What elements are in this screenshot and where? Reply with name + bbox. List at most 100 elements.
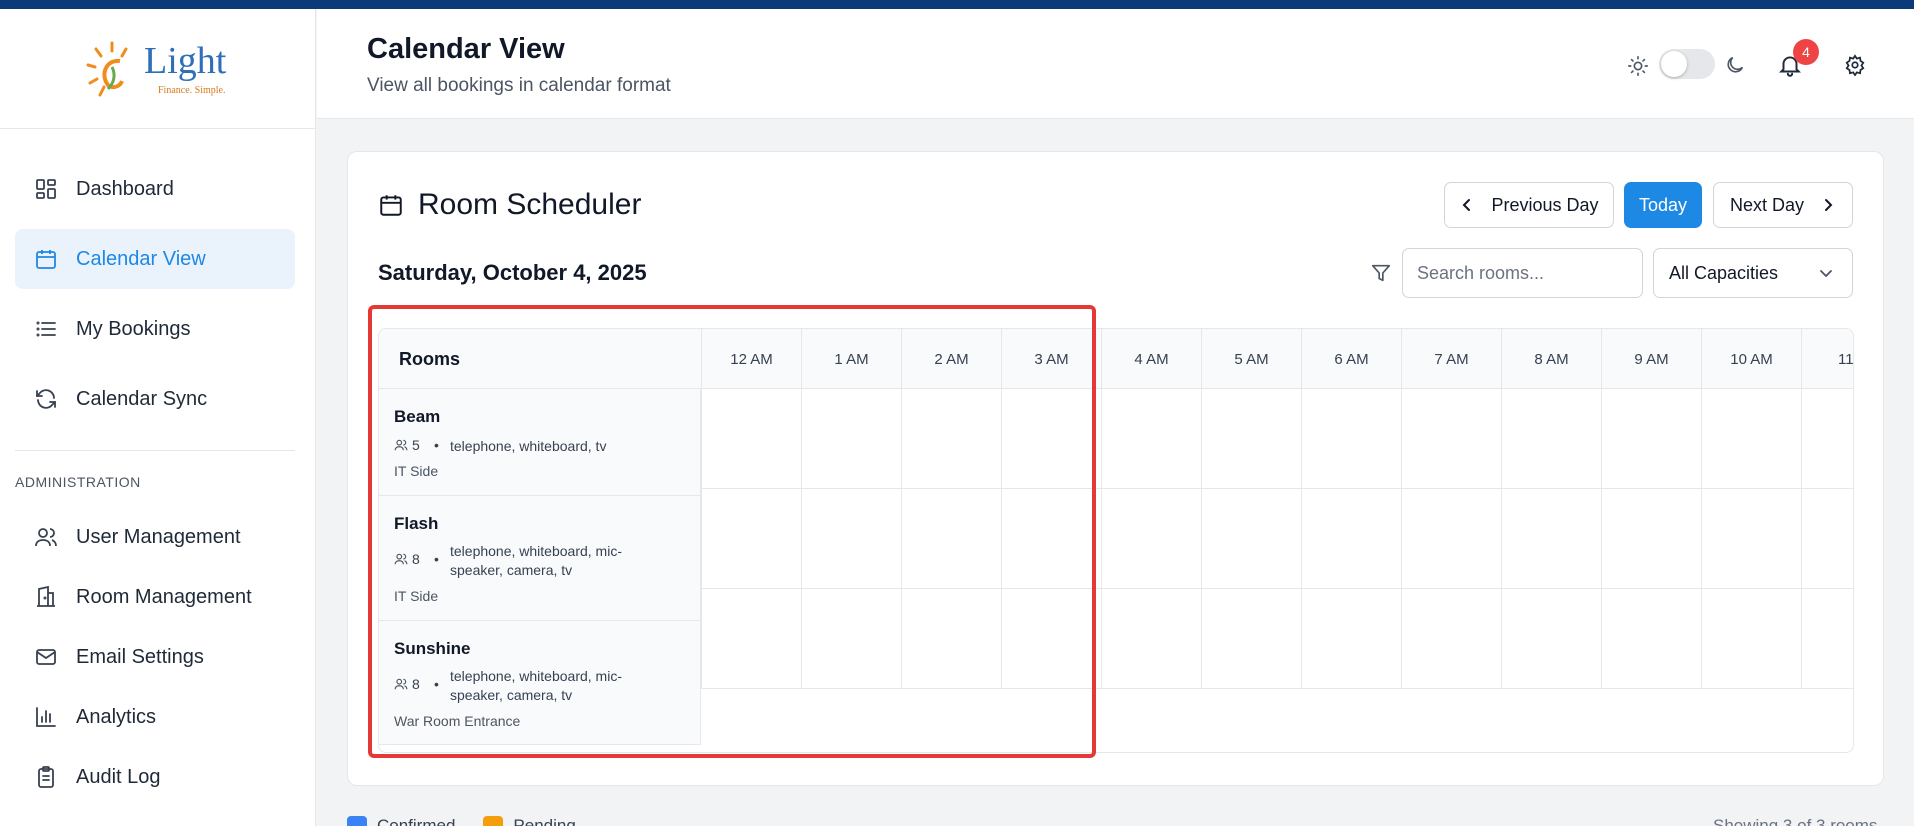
meta-separator: • — [434, 676, 439, 692]
settings-gear-icon[interactable] — [1844, 54, 1866, 77]
sidebar-item-room-management[interactable]: Room Management — [15, 567, 295, 627]
legend: Confirmed Pending — [347, 816, 604, 826]
sidebar-item-label: Dashboard — [76, 177, 174, 200]
chevron-left-icon — [1459, 197, 1475, 213]
sidebar-item-dashboard[interactable]: Dashboard — [15, 159, 295, 219]
room-row-beam[interactable]: Beam 5 • telephone, whiteboard, tv IT Si… — [379, 389, 701, 496]
calendar-icon — [34, 247, 58, 271]
capacity-select[interactable]: All Capacities — [1653, 248, 1853, 298]
room-meta: 8 • telephone, whiteboard, mic-speaker, … — [394, 667, 650, 705]
time-slot-cell[interactable] — [1201, 489, 1301, 589]
room-features: telephone, whiteboard, mic-speaker, came… — [450, 668, 622, 703]
time-slot-cell[interactable] — [1701, 489, 1801, 589]
time-slot-cell[interactable] — [1801, 489, 1853, 589]
sidebar-item-label: Room Management — [76, 585, 252, 608]
search-rooms-input[interactable] — [1402, 248, 1643, 298]
room-capacity: 8 — [412, 551, 420, 567]
time-slot-cell[interactable] — [1001, 389, 1101, 489]
current-date: Saturday, October 4, 2025 — [378, 260, 647, 285]
sidebar-item-calendar-sync[interactable]: Calendar Sync — [15, 369, 295, 429]
time-slot-cell[interactable] — [1801, 389, 1853, 489]
time-slot-cell[interactable] — [1701, 389, 1801, 489]
time-slot-cell[interactable] — [1301, 389, 1401, 489]
nav-divider — [15, 450, 295, 451]
sun-icon — [1627, 55, 1649, 77]
sidebar-item-user-management[interactable]: User Management — [15, 507, 295, 567]
logo-sun-icon — [86, 41, 128, 97]
meta-separator: • — [434, 437, 439, 453]
meta-separator: • — [434, 551, 439, 567]
previous-day-button[interactable]: Previous Day — [1444, 182, 1614, 228]
time-slot-cell[interactable] — [1001, 489, 1101, 589]
time-slot-cell[interactable] — [1101, 389, 1201, 489]
time-slot-cell[interactable] — [1701, 589, 1801, 689]
sidebar-item-audit-log[interactable]: Audit Log — [15, 747, 295, 807]
time-slot-cell[interactable] — [801, 589, 901, 689]
time-slot-cell[interactable] — [1601, 389, 1701, 489]
logo[interactable]: Light Finance. Simple. — [82, 37, 232, 101]
time-slot-cell[interactable] — [1501, 389, 1601, 489]
sidebar-item-calendar-view[interactable]: Calendar View — [15, 229, 295, 289]
scheduler-title: Room Scheduler — [378, 188, 641, 222]
sidebar-item-label: Email Settings — [76, 645, 204, 668]
time-slot-cell[interactable] — [1401, 589, 1501, 689]
time-slot-cell[interactable] — [1101, 589, 1201, 689]
today-button[interactable]: Today — [1624, 182, 1702, 228]
room-name: Flash — [394, 514, 439, 533]
room-row-sunshine[interactable]: Sunshine 8 • telephone, whiteboard, mic-… — [379, 621, 701, 745]
time-slot-cell[interactable] — [801, 489, 901, 589]
room-meta: 5 • telephone, whiteboard, tv — [394, 437, 650, 456]
theme-toggle[interactable] — [1659, 49, 1715, 79]
room-location: IT Side — [394, 463, 439, 479]
room-row-flash[interactable]: Flash 8 • telephone, whiteboard, mic-spe… — [379, 496, 701, 621]
nav-section-admin: ADMINISTRATION — [15, 474, 141, 490]
time-slot-cell[interactable] — [1801, 589, 1853, 689]
list-icon — [34, 317, 58, 341]
time-slot-cell[interactable] — [1601, 589, 1701, 689]
time-slot-cell[interactable] — [701, 389, 801, 489]
time-slot-cell[interactable] — [1501, 589, 1601, 689]
time-slot-cell[interactable] — [801, 389, 901, 489]
hour-header: 5 AM — [1201, 329, 1301, 389]
time-slot-cell[interactable] — [901, 489, 1001, 589]
legend-item-confirmed: Confirmed — [347, 816, 455, 826]
room-features: telephone, whiteboard, tv — [450, 438, 607, 454]
time-slot-cell[interactable] — [701, 589, 801, 689]
sidebar-item-email-settings[interactable]: Email Settings — [15, 627, 295, 687]
hour-header: 10 AM — [1701, 329, 1801, 389]
time-slot-cell[interactable] — [701, 489, 801, 589]
time-slot-cell[interactable] — [901, 589, 1001, 689]
legend-swatch — [347, 816, 367, 826]
sidebar-item-my-bookings[interactable]: My Bookings — [15, 299, 295, 359]
time-slot-cell[interactable] — [1201, 589, 1301, 689]
schedule-grid: Rooms 12 AM 1 AM 2 AM 3 AM 4 AM 5 AM 6 A… — [378, 328, 1854, 753]
room-capacity: 5 — [412, 437, 420, 453]
time-slot-cell[interactable] — [1301, 489, 1401, 589]
sidebar-item-label: Analytics — [76, 705, 157, 728]
time-slot-cell[interactable] — [901, 389, 1001, 489]
hour-header: 6 AM — [1301, 329, 1401, 389]
time-slot-cell[interactable] — [1601, 489, 1701, 589]
rooms-column-header: Rooms — [399, 349, 461, 369]
legend-item-pending: Pending — [483, 816, 576, 826]
time-slot-cell[interactable] — [1401, 489, 1501, 589]
time-slot-cell[interactable] — [1101, 489, 1201, 589]
legend-swatch — [483, 816, 504, 826]
room-meta: 8 • telephone, whiteboard, mic-speaker, … — [394, 542, 650, 580]
people-icon — [394, 438, 408, 452]
time-slot-cell[interactable] — [1501, 489, 1601, 589]
time-slot-cell[interactable] — [1301, 589, 1401, 689]
hour-header: 7 AM — [1401, 329, 1501, 389]
logo-tagline: Finance. Simple. — [158, 85, 226, 96]
clipboard-icon — [34, 765, 58, 789]
hour-header: 3 AM — [1001, 329, 1101, 389]
legend-label: Confirmed — [377, 816, 456, 826]
notification-count-badge: 4 — [1793, 39, 1819, 65]
hour-header: 9 AM — [1601, 329, 1701, 389]
logo-area: Light Finance. Simple. — [0, 9, 315, 129]
sidebar-item-analytics[interactable]: Analytics — [15, 687, 295, 747]
time-slot-cell[interactable] — [1401, 389, 1501, 489]
next-day-button[interactable]: Next Day — [1713, 182, 1853, 228]
time-slot-cell[interactable] — [1001, 589, 1101, 689]
time-slot-cell[interactable] — [1201, 389, 1301, 489]
